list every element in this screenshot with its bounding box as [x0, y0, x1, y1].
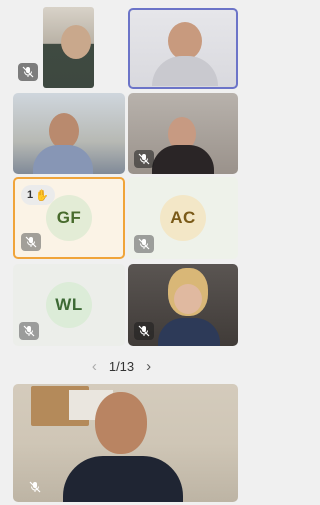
participant-video: [95, 392, 147, 454]
mic-muted-icon: [134, 322, 154, 340]
participant-tile-7[interactable]: WL: [13, 264, 125, 346]
mic-muted-icon: [19, 322, 39, 340]
mic-muted-icon: [18, 63, 38, 81]
participant-tile-3[interactable]: [13, 93, 125, 174]
participant-video: [174, 284, 202, 314]
raised-hand-icon: ✋: [35, 189, 49, 202]
mic-muted-icon: [134, 150, 154, 168]
participant-video: [61, 25, 91, 59]
participant-video: [168, 22, 202, 60]
participant-tile-2-active-speaker[interactable]: [128, 8, 238, 89]
participant-tile-8[interactable]: [128, 264, 238, 346]
hand-count: 1: [27, 189, 34, 201]
avatar-initials: AC: [170, 208, 196, 227]
previous-page-chevron-icon[interactable]: ‹: [92, 358, 97, 375]
participant-tile-4[interactable]: [128, 93, 238, 174]
participant-video: [158, 318, 220, 346]
avatar: GF: [46, 195, 92, 241]
mic-muted-icon: [21, 233, 41, 251]
participant-video: [63, 456, 183, 502]
avatar: WL: [46, 282, 92, 328]
participant-tile-6[interactable]: AC: [128, 177, 238, 259]
mic-muted-icon: [134, 235, 154, 253]
avatar: AC: [160, 195, 206, 241]
avatar-initials: WL: [55, 295, 83, 314]
participant-video: [49, 113, 79, 149]
next-page-chevron-icon[interactable]: ›: [146, 358, 151, 375]
self-view-tile[interactable]: [13, 384, 238, 502]
participant-video: [152, 56, 218, 86]
participant-tile-1[interactable]: [43, 7, 94, 88]
gallery-pager: ‹ 1/13 ›: [0, 354, 243, 378]
avatar-initials: GF: [56, 208, 82, 227]
participant-video: [33, 145, 93, 174]
raised-hand-badge: 1 ✋: [21, 185, 55, 205]
participant-tile-5-hand-raised[interactable]: GF 1 ✋: [13, 177, 125, 259]
page-indicator: 1/13: [108, 358, 135, 374]
mic-muted-icon: [25, 478, 45, 496]
participant-video: [152, 145, 214, 174]
